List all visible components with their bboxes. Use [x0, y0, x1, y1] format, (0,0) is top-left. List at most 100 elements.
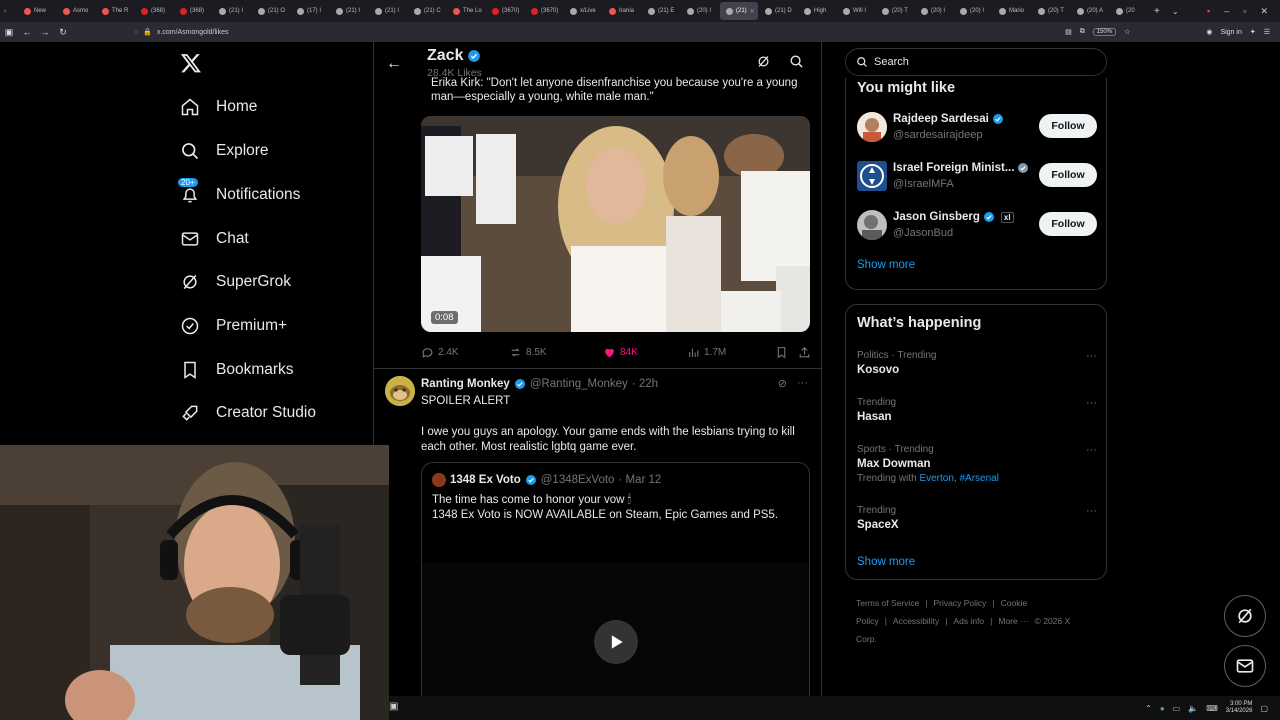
nav-notifications[interactable]: 20+ Notifications [177, 177, 300, 205]
address-bar[interactable]: ◌ 🔒 x.com/Asmongold/likes [134, 28, 1034, 37]
back-icon[interactable]: ← [18, 27, 36, 37]
footer-link[interactable]: Privacy Policy [934, 598, 987, 608]
extensions-icon[interactable]: ✦ [1250, 28, 1256, 36]
more-icon[interactable]: ··· [1086, 350, 1097, 362]
tweet2-time[interactable]: · 22h [632, 378, 658, 390]
browser-tab[interactable]: High [798, 2, 836, 20]
quoted-tweet[interactable]: 1348 Ex Voto @1348ExVoto · Mar 12 The ti… [421, 462, 810, 696]
back-arrow-icon[interactable]: ← [386, 55, 402, 73]
close-tab-icon[interactable]: ✕ [750, 8, 755, 15]
trend-with-links[interactable]: Everton, #Arsenal [919, 473, 999, 484]
play-button[interactable] [594, 620, 638, 664]
more-icon[interactable]: ··· [1086, 444, 1097, 456]
bookmark-button[interactable] [775, 346, 798, 359]
tweet2-author-name[interactable]: Ranting Monkey [421, 378, 510, 390]
zoom-level[interactable]: 150% [1092, 28, 1117, 36]
trend-item[interactable]: Trending Hasan ··· [857, 397, 1097, 423]
quoted-video[interactable] [422, 563, 809, 696]
browser-tab[interactable]: (21) C [408, 2, 446, 20]
footer-link[interactable]: Ads info [953, 616, 984, 626]
reply-button[interactable]: 2.4K [421, 346, 509, 359]
tweet1-video[interactable]: 0:08 [421, 116, 810, 332]
menu-icon[interactable]: ☰ [1264, 28, 1270, 36]
share-button[interactable] [798, 346, 811, 359]
forward-icon[interactable]: → [36, 27, 54, 37]
nav-bookmarks[interactable]: Bookmarks [180, 360, 294, 380]
grok-icon[interactable] [756, 54, 771, 69]
grok-fab[interactable] [1224, 595, 1266, 637]
browser-tab[interactable]: (3670) [486, 2, 524, 20]
browser-tab[interactable]: (20) I [954, 2, 992, 20]
more-icon[interactable]: ··· [1086, 397, 1097, 409]
browser-tab[interactable]: (20) I [681, 2, 719, 20]
more-icon[interactable]: ··· [797, 377, 808, 390]
tray-app-icon[interactable]: ● [1160, 704, 1165, 713]
browser-tab[interactable]: (17) I [291, 2, 329, 20]
bookmark-star-icon[interactable]: ☆ [1124, 28, 1130, 36]
browser-tab[interactable]: New [18, 2, 56, 20]
footer-link[interactable]: Accessibility [893, 616, 939, 626]
browser-tab[interactable]: Irania [603, 2, 641, 20]
browser-tab[interactable]: (368) [174, 2, 212, 20]
suggestion-item[interactable]: Rajdeep Sardesai @sardesairajdeep Follow [857, 110, 1097, 146]
nav-chat[interactable]: Chat [180, 229, 249, 249]
search-input[interactable]: Search [845, 48, 1107, 76]
browser-tab[interactable]: (20) T [1032, 2, 1070, 20]
x-logo-icon[interactable] [180, 52, 202, 74]
sign-in-link[interactable]: Sign in [1220, 29, 1241, 36]
suggestion-item[interactable]: Israel Foreign Minist... @IsraelMFA Foll… [857, 159, 1097, 195]
reload-icon[interactable]: ↻ [54, 27, 72, 38]
new-tab-icon[interactable]: + [1154, 6, 1160, 17]
tweet2-handle[interactable]: @Ranting_Monkey [530, 378, 628, 390]
volume-icon[interactable]: 🔈 [1188, 704, 1198, 713]
account-icon[interactable]: ◉ [1206, 28, 1212, 36]
footer-link[interactable]: More ··· [998, 616, 1028, 626]
nav-explore[interactable]: Explore [180, 141, 269, 161]
show-more-link[interactable]: Show more [857, 556, 915, 568]
grok-icon[interactable]: ⊘ [778, 377, 787, 390]
browser-tab[interactable]: (21) E [642, 2, 680, 20]
clock[interactable]: 3:00 PM 3/14/2026 [1226, 701, 1253, 715]
browser-tab[interactable]: (20) A [1071, 2, 1109, 20]
browser-tab[interactable]: Will I [837, 2, 875, 20]
search-icon[interactable] [789, 54, 804, 69]
browser-tab[interactable]: (21) I [330, 2, 368, 20]
browser-tab[interactable]: (21) I [213, 2, 251, 20]
browser-tab[interactable]: The Lo [447, 2, 485, 20]
browser-tab[interactable]: (21) ✕ [720, 2, 758, 20]
browser-tab[interactable]: Asmo [57, 2, 95, 20]
nav-creator-studio[interactable]: Creator Studio [180, 403, 316, 423]
follow-button[interactable]: Follow [1039, 114, 1097, 138]
notifications-tray-icon[interactable]: ▢ [1260, 704, 1268, 713]
minimize-icon[interactable]: – [1224, 6, 1229, 16]
trend-item[interactable]: Politics · Trending Kosovo ··· [857, 350, 1097, 376]
follow-button[interactable]: Follow [1039, 163, 1097, 187]
trend-item[interactable]: Sports · Trending Max Dowman Trending wi… [857, 444, 1097, 484]
trend-item[interactable]: Trending SpaceX ··· [857, 505, 1097, 531]
browser-tab[interactable]: x/Live [564, 2, 602, 20]
browser-tab[interactable]: (21) I [369, 2, 407, 20]
close-window-icon[interactable]: ✕ [1260, 6, 1268, 17]
tray-expand-icon[interactable]: ⌃ [1145, 704, 1152, 713]
pip-icon[interactable]: ⧉ [1080, 28, 1085, 36]
browser-tab[interactable]: (20) T [876, 2, 914, 20]
browser-tab[interactable]: (20 [1110, 2, 1148, 20]
footer-link[interactable]: Terms of Service [856, 598, 919, 608]
like-button[interactable]: 84K [603, 346, 687, 359]
keyboard-icon[interactable]: ⌨ [1206, 704, 1218, 713]
browser-tab[interactable]: (368) [135, 2, 173, 20]
views-button[interactable]: 1.7M [687, 346, 775, 359]
browser-tab[interactable]: (21) O [252, 2, 290, 20]
app-icon[interactable]: ▣ [389, 701, 398, 712]
browser-tab[interactable]: (20) I [915, 2, 953, 20]
browser-tab[interactable]: Mario [993, 2, 1031, 20]
tab-scroll-left-icon[interactable]: ‹ [4, 8, 18, 15]
repost-button[interactable]: 8.5K [509, 346, 603, 359]
nav-premium[interactable]: Premium+ [180, 316, 287, 336]
nav-home[interactable]: Home [180, 97, 257, 117]
browser-tab[interactable]: (21) D [759, 2, 797, 20]
nav-supergrok[interactable]: SuperGrok [180, 272, 291, 292]
more-icon[interactable]: ··· [1086, 505, 1097, 517]
maximize-icon[interactable]: ▫ [1243, 6, 1246, 16]
network-icon[interactable]: ▭ [1173, 704, 1181, 713]
